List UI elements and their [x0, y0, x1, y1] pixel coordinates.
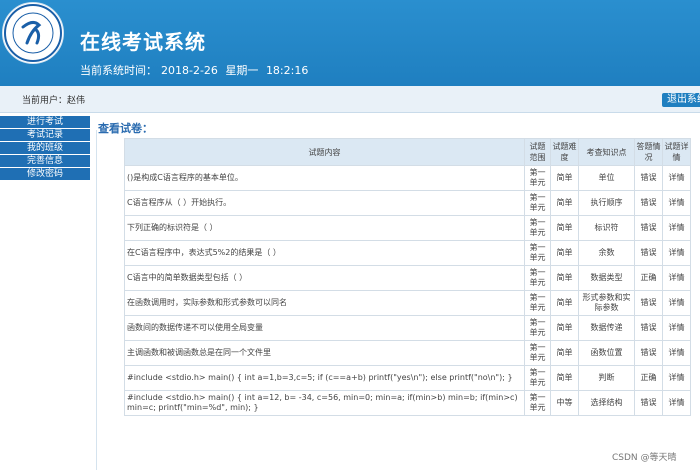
- col-detail: 试题详情: [662, 138, 691, 166]
- question-content: ()是构成C语言程序的基本单位。: [124, 165, 525, 191]
- detail-link[interactable]: 详情: [662, 340, 691, 366]
- detail-link[interactable]: 详情: [662, 165, 691, 191]
- sidebar-item-take-exam[interactable]: 进行考试: [0, 116, 90, 128]
- question-content: 在C语言程序中，表达式5%2的结果是（ ）: [124, 240, 525, 266]
- question-knowledge: 标识符: [578, 215, 635, 241]
- question-scope: 第一单元: [524, 340, 551, 366]
- question-difficulty: 简单: [550, 240, 579, 266]
- question-knowledge: 数据传递: [578, 315, 635, 341]
- question-content: 下列正确的标识符是（ ）: [124, 215, 525, 241]
- answer-result: 错误: [634, 340, 663, 366]
- answer-result: 错误: [634, 215, 663, 241]
- user-bar: 当前用户：赵伟 退出系统: [0, 86, 700, 113]
- sidebar-item-change-password[interactable]: 修改密码: [0, 168, 90, 180]
- col-content: 试题内容: [124, 138, 525, 166]
- time-label: 当前系统时间：: [80, 64, 157, 77]
- date: 2018-2-26: [161, 64, 218, 77]
- question-content: 在函数调用时，实际参数和形式参数可以同名: [124, 290, 525, 316]
- watermark: CSDN @等天晴: [612, 453, 677, 463]
- question-scope: 第一单元: [524, 265, 551, 291]
- table-row: 主调函数和被调函数总是在同一个文件里 第一单元 简单 函数位置 错误 详情: [124, 340, 691, 366]
- question-content: 主调函数和被调函数总是在同一个文件里: [124, 340, 525, 366]
- answer-result: 错误: [634, 240, 663, 266]
- detail-link[interactable]: 详情: [662, 215, 691, 241]
- table-row: #include <stdio.h> main() { int a=12, b=…: [124, 390, 691, 416]
- detail-link[interactable]: 详情: [662, 315, 691, 341]
- app-title: 在线考试系统: [80, 30, 206, 54]
- question-knowledge: 单位: [578, 165, 635, 191]
- table-row: 函数间的数据传递不可以使用全局变量 第一单元 简单 数据传递 错误 详情: [124, 315, 691, 341]
- question-content: #include <stdio.h> main() { int a=12, b=…: [124, 390, 525, 416]
- section-title: 查看试卷：: [98, 122, 153, 135]
- question-content: #include <stdio.h> main() { int a=1,b=3,…: [124, 365, 525, 391]
- sidebar-item-profile[interactable]: 完善信息: [0, 155, 90, 167]
- detail-link[interactable]: 详情: [662, 365, 691, 391]
- current-user: 当前用户：赵伟: [22, 96, 86, 106]
- sidebar-item-my-class[interactable]: 我的班级: [0, 142, 90, 154]
- sidebar-item-exam-records[interactable]: 考试记录: [0, 129, 90, 141]
- question-difficulty: 简单: [550, 165, 579, 191]
- question-scope: 第一单元: [524, 390, 551, 416]
- question-knowledge: 执行顺序: [578, 190, 635, 216]
- question-content: C语言程序从（ ）开始执行。: [124, 190, 525, 216]
- col-result: 答题情况: [634, 138, 663, 166]
- col-knowledge: 考查知识点: [578, 138, 635, 166]
- question-difficulty: 简单: [550, 265, 579, 291]
- detail-link[interactable]: 详情: [662, 390, 691, 416]
- answer-result: 正确: [634, 365, 663, 391]
- detail-link[interactable]: 详情: [662, 290, 691, 316]
- answer-result: 错误: [634, 190, 663, 216]
- app-header: 在线考试系统 当前系统时间： 2018-2-26 星期一 18:2:16: [0, 0, 700, 86]
- table-row: 在函数调用时，实际参数和形式参数可以同名 第一单元 简单 形式参数和实际参数 错…: [124, 290, 691, 316]
- answer-result: 正确: [634, 265, 663, 291]
- question-difficulty: 中等: [550, 390, 579, 416]
- question-difficulty: 简单: [550, 365, 579, 391]
- answer-result: 错误: [634, 165, 663, 191]
- university-logo: [2, 2, 64, 64]
- answer-result: 错误: [634, 315, 663, 341]
- question-scope: 第一单元: [524, 165, 551, 191]
- question-knowledge: 函数位置: [578, 340, 635, 366]
- question-difficulty: 简单: [550, 340, 579, 366]
- question-scope: 第一单元: [524, 365, 551, 391]
- question-content: 函数间的数据传递不可以使用全局变量: [124, 315, 525, 341]
- weekday: 星期一: [225, 64, 259, 77]
- detail-link[interactable]: 详情: [662, 240, 691, 266]
- table-row: ()是构成C语言程序的基本单位。 第一单元 简单 单位 错误 详情: [124, 165, 691, 191]
- table-row: C语言程序从（ ）开始执行。 第一单元 简单 执行顺序 错误 详情: [124, 190, 691, 216]
- question-knowledge: 余数: [578, 240, 635, 266]
- question-difficulty: 简单: [550, 215, 579, 241]
- question-scope: 第一单元: [524, 190, 551, 216]
- exam-table: 试题内容 试题范围 试题难度 考查知识点 答题情况 试题详情 ()是构成C语言程…: [124, 138, 691, 416]
- question-knowledge: 数据类型: [578, 265, 635, 291]
- table-row: #include <stdio.h> main() { int a=1,b=3,…: [124, 365, 691, 391]
- table-row: C语言中的简单数据类型包括（ ） 第一单元 简单 数据类型 正确 详情: [124, 265, 691, 291]
- clock: 18:2:16: [265, 64, 309, 77]
- col-scope: 试题范围: [524, 138, 551, 166]
- question-knowledge: 选择结构: [578, 390, 635, 416]
- question-content: C语言中的简单数据类型包括（ ）: [124, 265, 525, 291]
- sidebar: 进行考试 考试记录 我的班级 完善信息 修改密码: [0, 116, 90, 181]
- table-header-row: 试题内容 试题范围 试题难度 考查知识点 答题情况 试题详情: [124, 138, 691, 166]
- question-knowledge: 形式参数和实际参数: [578, 290, 635, 316]
- col-difficulty: 试题难度: [550, 138, 579, 166]
- divider: [96, 130, 97, 470]
- table-row: 下列正确的标识符是（ ） 第一单元 简单 标识符 错误 详情: [124, 215, 691, 241]
- question-scope: 第一单元: [524, 290, 551, 316]
- table-row: 在C语言程序中，表达式5%2的结果是（ ） 第一单元 简单 余数 错误 详情: [124, 240, 691, 266]
- logout-button[interactable]: 退出系统: [662, 93, 700, 107]
- question-scope: 第一单元: [524, 315, 551, 341]
- question-knowledge: 判断: [578, 365, 635, 391]
- detail-link[interactable]: 详情: [662, 190, 691, 216]
- answer-result: 错误: [634, 290, 663, 316]
- answer-result: 错误: [634, 390, 663, 416]
- detail-link[interactable]: 详情: [662, 265, 691, 291]
- question-difficulty: 简单: [550, 315, 579, 341]
- system-time: 当前系统时间： 2018-2-26 星期一 18:2:16: [80, 62, 312, 78]
- question-difficulty: 简单: [550, 190, 579, 216]
- question-difficulty: 简单: [550, 290, 579, 316]
- question-scope: 第一单元: [524, 215, 551, 241]
- question-scope: 第一单元: [524, 240, 551, 266]
